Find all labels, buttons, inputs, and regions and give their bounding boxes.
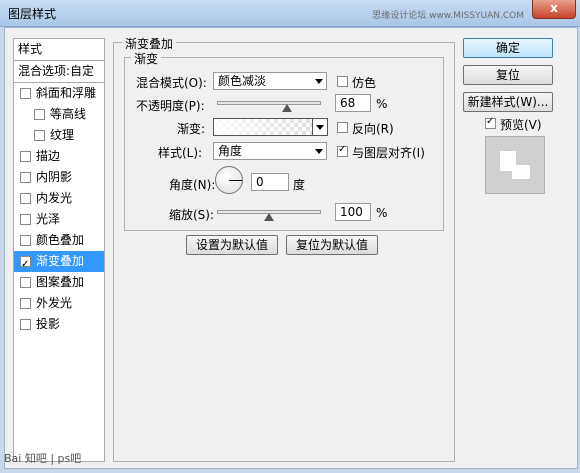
preview-label: 预览(V) — [500, 118, 542, 132]
preview-checkbox[interactable] — [485, 116, 496, 129]
gradient-preview — [214, 119, 312, 135]
angle-dial[interactable] — [215, 166, 243, 194]
list-item-contour[interactable]: 等高线 — [14, 104, 104, 125]
blend-options-item[interactable]: 混合选项:自定 — [14, 61, 108, 82]
gradient-picker[interactable] — [213, 118, 313, 136]
checkbox[interactable] — [34, 130, 45, 141]
subgroup-title: 渐变 — [131, 50, 162, 67]
styles-list: 样式 混合选项:自定 斜面和浮雕 等高线 纹理 描边 内阴影 内发光 光泽 颜色… — [13, 38, 105, 462]
reset-button[interactable]: 复位 — [463, 65, 553, 85]
title-bar: 图层样式 思缘设计论坛 www.MISSYUAN.COM x — [0, 0, 580, 27]
checkbox[interactable] — [20, 319, 31, 330]
opacity-slider[interactable] — [217, 101, 321, 112]
scale-label: 缩放(S): — [169, 208, 215, 222]
chevron-down-icon — [315, 149, 323, 154]
list-item-inner-glow[interactable]: 内发光 — [14, 188, 104, 209]
list-item-label: 图案叠加 — [36, 275, 85, 289]
blend-mode-label: 混合模式(O): — [136, 76, 207, 90]
opacity-unit: % — [376, 97, 388, 111]
list-item-stroke[interactable]: 描边 — [14, 146, 104, 167]
checkbox[interactable] — [34, 109, 45, 120]
list-item-label: 内阴影 — [36, 170, 73, 184]
blend-mode-select[interactable]: 颜色减淡 — [213, 72, 327, 90]
align-with-layer-label: 与图层对齐(I) — [352, 146, 425, 160]
list-item-label: 描边 — [36, 149, 61, 163]
dialog-body: 样式 混合选项:自定 斜面和浮雕 等高线 纹理 描边 内阴影 内发光 光泽 颜色… — [4, 27, 578, 469]
dither-checkbox[interactable] — [337, 76, 348, 87]
list-item-bevel[interactable]: 斜面和浮雕 — [14, 83, 104, 104]
style-value: 角度 — [218, 144, 243, 158]
list-item-pattern-overlay[interactable]: 图案叠加 — [14, 272, 104, 293]
list-item-texture[interactable]: 纹理 — [14, 125, 104, 146]
chevron-down-icon — [315, 79, 323, 84]
set-default-button[interactable]: 设置为默认值 — [186, 235, 278, 255]
reverse-label: 反向(R) — [352, 122, 394, 136]
list-item-color-overlay[interactable]: 颜色叠加 — [14, 230, 104, 251]
angle-unit: 度 — [293, 178, 306, 192]
ok-button[interactable]: 确定 — [463, 38, 553, 58]
dither-label: 仿色 — [352, 76, 377, 90]
list-item-label: 渐变叠加 — [36, 254, 85, 268]
styles-header[interactable]: 样式 — [14, 39, 108, 60]
list-item-label: 等高线 — [50, 107, 87, 121]
list-item-inner-shadow[interactable]: 内阴影 — [14, 167, 104, 188]
list-item-drop-shadow[interactable]: 投影 — [14, 314, 104, 335]
reset-default-button[interactable]: 复位为默认值 — [286, 235, 378, 255]
scale-input[interactable]: 100 — [335, 203, 371, 221]
list-item-label: 光泽 — [36, 212, 61, 226]
slider-thumb[interactable] — [264, 213, 274, 221]
list-item-gradient-overlay[interactable]: 渐变叠加 — [14, 251, 104, 275]
close-icon: x — [550, 1, 558, 15]
watermark-text: 思缘设计论坛 www.MISSYUAN.COM — [372, 11, 524, 21]
list-item-label: 纹理 — [50, 128, 75, 142]
checkbox[interactable] — [20, 235, 31, 246]
close-button[interactable]: x — [532, 0, 576, 19]
gradient-subgroup: 渐变 混合模式(O): 颜色减淡 仿色 不透明度(P): 68 % 渐变: 反向… — [124, 50, 444, 231]
scale-unit: % — [376, 206, 388, 220]
list-item-label: 颜色叠加 — [36, 233, 85, 247]
list-item-label: 内发光 — [36, 191, 73, 205]
slider-thumb[interactable] — [282, 104, 293, 112]
style-label: 样式(L): — [158, 146, 203, 160]
angle-dial-indicator — [229, 180, 242, 181]
new-style-button[interactable]: 新建样式(W)... — [463, 92, 553, 112]
checkbox[interactable] — [20, 277, 31, 288]
checkbox[interactable] — [20, 193, 31, 204]
scale-slider[interactable] — [217, 210, 321, 221]
checkbox[interactable] — [20, 254, 31, 275]
list-item-satin[interactable]: 光泽 — [14, 209, 104, 230]
list-item-label: 投影 — [36, 317, 61, 331]
footer-watermark: Bai 知吧 | ps吧 — [4, 452, 82, 465]
chevron-down-icon — [316, 125, 324, 130]
gradient-overlay-group: 渐变叠加 渐变 混合模式(O): 颜色减淡 仿色 不透明度(P): 68 % 渐… — [113, 35, 455, 462]
list-item-outer-glow[interactable]: 外发光 — [14, 293, 104, 314]
opacity-input[interactable]: 68 — [335, 94, 371, 112]
window-title: 图层样式 — [8, 7, 57, 21]
preview-shape — [512, 165, 530, 179]
style-preview-thumbnail — [485, 136, 545, 194]
checkbox[interactable] — [20, 88, 31, 99]
checkbox[interactable] — [20, 214, 31, 225]
angle-input[interactable]: 0 — [251, 173, 289, 191]
reverse-checkbox[interactable] — [337, 122, 348, 133]
list-item-label: 斜面和浮雕 — [36, 86, 97, 100]
blend-mode-value: 颜色减淡 — [218, 74, 267, 88]
gradient-label: 渐变: — [177, 122, 206, 136]
checkbox[interactable] — [20, 151, 31, 162]
list-item-label: 外发光 — [36, 296, 73, 310]
angle-label: 角度(N): — [169, 178, 216, 192]
align-with-layer-checkbox[interactable] — [337, 144, 348, 157]
style-select[interactable]: 角度 — [213, 142, 327, 160]
checkbox[interactable] — [20, 298, 31, 309]
opacity-label: 不透明度(P): — [136, 99, 205, 113]
gradient-dropdown-button[interactable] — [312, 118, 328, 136]
checkbox[interactable] — [20, 172, 31, 183]
